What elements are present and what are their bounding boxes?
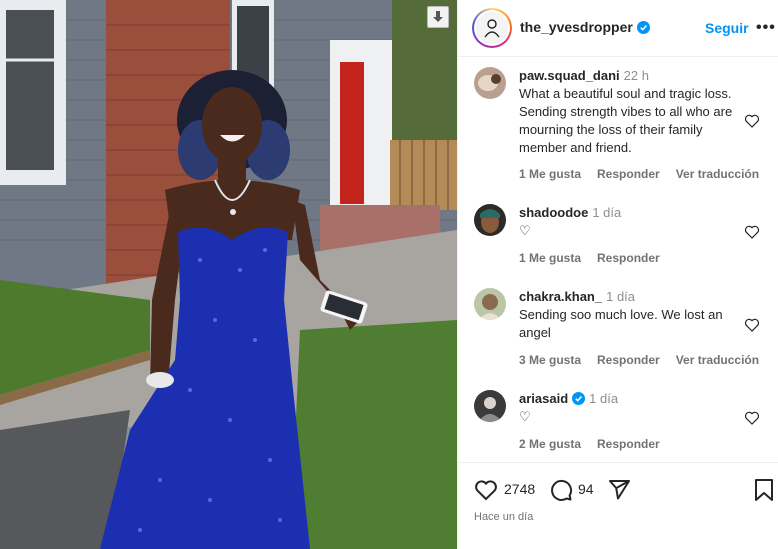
- comment-like-heart-icon[interactable]: [744, 410, 760, 426]
- comment-icon[interactable]: [549, 478, 573, 502]
- comment-text: ♡: [519, 223, 531, 238]
- comment-time[interactable]: 1 día: [589, 391, 618, 406]
- commenter-avatar-image: [474, 288, 506, 320]
- post-header: the_yvesdropper Seguir •••: [458, 0, 778, 57]
- comment-likes[interactable]: 1 Me gusta: [519, 251, 581, 265]
- comment-actions: 3 Me gusta Responder Ver traducción: [519, 353, 775, 367]
- comment-like-heart-icon[interactable]: [744, 224, 760, 240]
- post-side-panel: the_yvesdropper Seguir ••• paw.squad_dan…: [457, 0, 778, 549]
- commenter-username[interactable]: paw.squad_dani: [519, 68, 620, 83]
- comment-text: Sending soo much love. We lost an angel: [519, 307, 723, 340]
- post-date: Hace un día: [474, 511, 534, 523]
- comment-time[interactable]: 1 día: [592, 205, 621, 220]
- author-avatar[interactable]: [472, 8, 512, 48]
- comment-like-heart-icon[interactable]: [744, 113, 760, 129]
- commenter-avatar-image: [474, 390, 506, 422]
- comment-time[interactable]: 22 h: [624, 68, 649, 83]
- comment-translate-button[interactable]: Ver traducción: [676, 353, 759, 367]
- commenter-avatar[interactable]: [474, 390, 506, 422]
- comment-actions: 1 Me gusta Responder: [519, 251, 676, 265]
- photo-illustration: [0, 0, 457, 549]
- commenter-username[interactable]: chakra.khan_: [519, 289, 602, 304]
- commenter-avatar[interactable]: [474, 67, 506, 99]
- follow-button[interactable]: Seguir: [705, 20, 749, 36]
- commenter-avatar[interactable]: [474, 204, 506, 236]
- like-count[interactable]: 2748: [504, 481, 535, 497]
- post-footer: 2748 94 Hace un día: [458, 462, 778, 549]
- more-options-button[interactable]: •••: [756, 19, 776, 37]
- bookmark-icon[interactable]: [754, 478, 774, 502]
- comment-like-heart-icon[interactable]: [744, 317, 760, 333]
- comment-count[interactable]: 94: [578, 481, 594, 497]
- comment-likes[interactable]: 1 Me gusta: [519, 167, 581, 181]
- comment-time[interactable]: 1 día: [606, 289, 635, 304]
- verified-icon: [572, 392, 586, 405]
- comment-body: paw.squad_dani 22 h What a beautiful soul…: [519, 67, 745, 157]
- author-username-text[interactable]: the_yvesdropper: [520, 19, 633, 35]
- comment-reply-button[interactable]: Responder: [597, 251, 660, 265]
- comment-body: chakra.khan_ 1 día Sending soo much love.…: [519, 288, 745, 342]
- commenter-avatar-image: [474, 204, 506, 236]
- verified-icon: [636, 21, 650, 34]
- comment-actions: 1 Me gusta Responder Ver traducción: [519, 167, 775, 181]
- commenter-username[interactable]: shadoodoe: [519, 205, 588, 220]
- comment-body: shadoodoe 1 día ♡: [519, 204, 745, 240]
- comment-likes[interactable]: 3 Me gusta: [519, 353, 581, 367]
- commenter-username[interactable]: ariasaid: [519, 391, 568, 406]
- share-icon[interactable]: [607, 478, 631, 502]
- comment-body: ariasaid 1 día ♡: [519, 390, 745, 426]
- comment-translate-button[interactable]: Ver traducción: [676, 167, 759, 181]
- comment-text: ♡: [519, 409, 531, 424]
- download-button[interactable]: [427, 6, 449, 28]
- heart-icon[interactable]: [474, 478, 498, 502]
- commenter-avatar[interactable]: [474, 288, 506, 320]
- commenter-avatar-image: [474, 67, 506, 99]
- author-avatar-image: [484, 19, 500, 38]
- comment-likes[interactable]: 2 Me gusta: [519, 437, 581, 451]
- download-icon: [433, 11, 443, 22]
- comment-reply-button[interactable]: Responder: [597, 167, 660, 181]
- comment-reply-button[interactable]: Responder: [597, 353, 660, 367]
- post-photo[interactable]: [0, 0, 457, 549]
- author-username[interactable]: the_yvesdropper: [520, 19, 650, 35]
- comment-text: What a beautiful soul and tragic loss. S…: [519, 86, 733, 155]
- comment-reply-button[interactable]: Responder: [597, 437, 660, 451]
- comment-actions: 2 Me gusta Responder: [519, 437, 676, 451]
